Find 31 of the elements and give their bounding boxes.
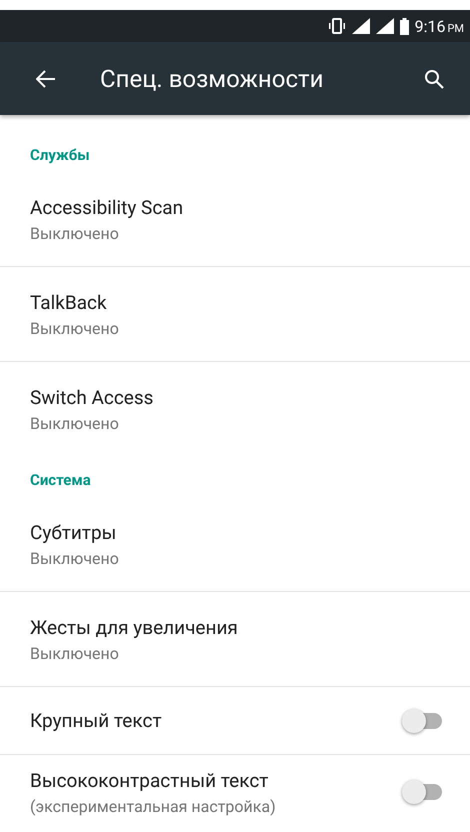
signal-icon: [352, 18, 370, 34]
item-title: Субтитры: [30, 520, 118, 544]
item-summary: (экспериментальная настройка): [30, 796, 277, 816]
search-icon: [424, 68, 444, 88]
item-title: Switch Access: [30, 386, 154, 409]
settings-item[interactable]: Accessibility Scan Выключено: [0, 172, 470, 267]
item-summary: Выключено: [30, 548, 120, 568]
item-summary: Выключено: [30, 644, 120, 662]
settings-item[interactable]: Высококонтрастный текст (экспериментальная настройка): [0, 755, 470, 829]
back-arrow-icon: [36, 70, 56, 88]
settings-item[interactable]: Жесты для увеличения Выключено: [0, 592, 470, 687]
item-summary: Выключено: [30, 414, 120, 433]
item-summary: Выключено: [30, 224, 120, 242]
battery-icon: [400, 18, 409, 34]
item-title: Accessibility Scan: [30, 196, 184, 218]
settings-item[interactable]: Switch Access Выключено: [0, 362, 470, 457]
clock-time: 9:16: [414, 16, 446, 36]
settings-item[interactable]: TalkBack Выключено: [0, 267, 470, 362]
signal-icon: [376, 18, 394, 34]
toolbar-title: Спец. возможности: [100, 64, 324, 92]
section-header: Система: [29, 470, 92, 491]
item-title: Высококонтрастный текст: [30, 768, 270, 792]
settings-item[interactable]: Субтитры Выключено: [0, 497, 470, 592]
settings-item[interactable]: Крупный текст: [0, 687, 470, 755]
vibrate-icon: [328, 18, 346, 34]
clock-ampm: PM: [447, 22, 464, 34]
item-summary: Выключено: [30, 318, 120, 338]
item-title: TalkBack: [30, 290, 108, 314]
item-title: Жесты для увеличения: [30, 616, 239, 638]
item-title: Крупный текст: [30, 709, 163, 732]
section-header: Службы: [29, 145, 91, 166]
